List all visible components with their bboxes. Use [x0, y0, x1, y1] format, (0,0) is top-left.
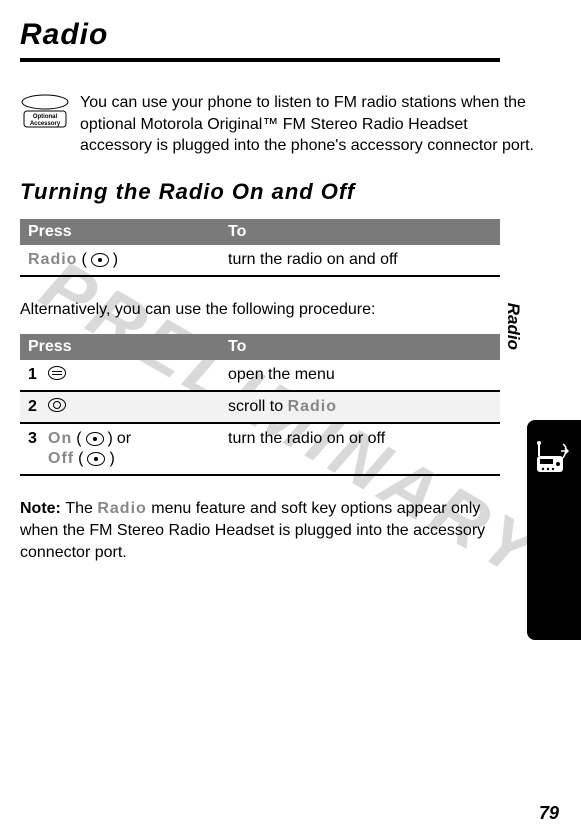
alt-procedure-text: Alternatively, you can use the following… — [20, 299, 500, 321]
side-tab — [527, 420, 581, 640]
nav-key-icon — [48, 398, 66, 412]
table-2: Press To 1 open the menu 2 scroll to Rad… — [20, 334, 500, 476]
note-radio-label: Radio — [97, 500, 146, 517]
softkey-icon — [91, 253, 109, 267]
row1-to: turn the radio on and off — [220, 245, 500, 275]
col-press: Press — [20, 219, 220, 245]
step-num: 3 — [28, 430, 42, 448]
section-heading: Turning the Radio On and Off — [20, 179, 541, 205]
note-text: Note: The Radio menu feature and soft ke… — [20, 498, 500, 563]
col-press: Press — [20, 334, 220, 360]
page-number: 79 — [539, 803, 559, 824]
title-rule — [20, 58, 500, 62]
table-1: Press To Radio () turn the radio on and … — [20, 219, 500, 277]
page-title: Radio — [20, 18, 541, 52]
off-label: Off — [48, 450, 74, 468]
step2-prefix: scroll to — [228, 398, 288, 415]
menu-key-icon — [48, 366, 66, 380]
or-text: or — [117, 430, 131, 448]
col-to: To — [220, 219, 500, 245]
step2-label: Radio — [288, 398, 337, 415]
radio-icon — [535, 440, 573, 476]
side-tab-label: Radio — [503, 303, 523, 350]
svg-text:Optional: Optional — [33, 114, 58, 120]
step3-to: turn the radio on or off — [220, 424, 500, 454]
softkey-icon — [86, 432, 104, 446]
step1-to: open the menu — [220, 360, 500, 390]
step-num: 2 — [28, 398, 42, 416]
step-num: 1 — [28, 366, 42, 384]
note-prefix: Note: — [20, 500, 65, 517]
intro-text: You can use your phone to listen to FM r… — [80, 92, 541, 157]
col-to: To — [220, 334, 500, 360]
radio-label: Radio — [28, 251, 77, 269]
softkey-icon — [87, 452, 105, 466]
optional-accessory-icon: Optional Accessory — [20, 94, 70, 134]
svg-text:Accessory: Accessory — [30, 121, 61, 127]
on-label: On — [48, 430, 72, 448]
